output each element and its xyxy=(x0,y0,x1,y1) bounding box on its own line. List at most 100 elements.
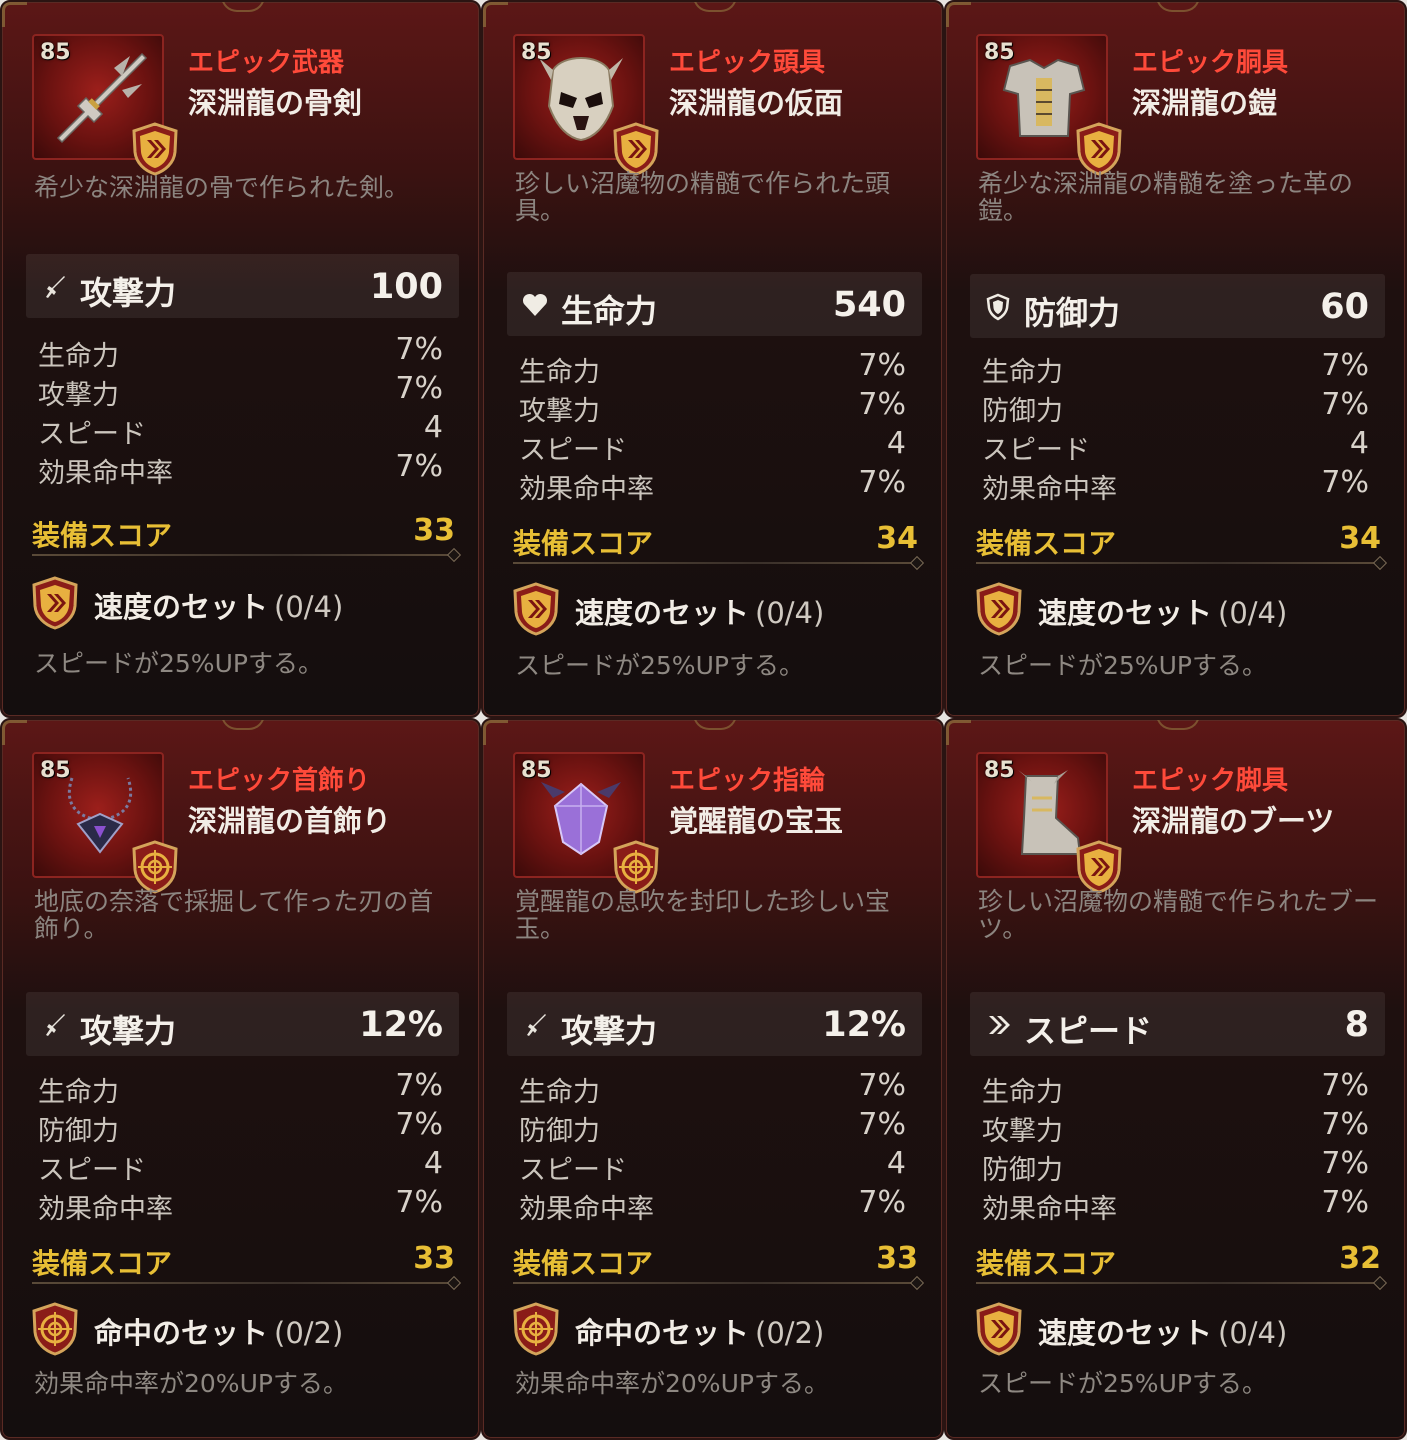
equipment-card[interactable]: 85 エピック指輪 覚醒龍の宝玉 覚醒龍の息吹を封印した珍しい宝玉。 攻撃力 1… xyxy=(481,718,944,1440)
sub-stat-label: 生命力 xyxy=(982,1077,1063,1108)
equipment-card[interactable]: 85 エピック頭具 深淵龍の仮面 珍しい沼魔物の精髄で作られた頭具。 生命力 5… xyxy=(481,0,944,718)
item-name: 深淵龍の仮面 xyxy=(669,86,844,120)
item-thumbnail[interactable]: 85 xyxy=(32,34,178,176)
sub-stat-value: 7% xyxy=(395,449,443,484)
sub-stat-label: 防御力 xyxy=(982,396,1063,427)
sub-stat-row: 攻撃力 7% xyxy=(519,387,906,427)
sub-stat-row: 効果命中率 7% xyxy=(982,465,1369,505)
sub-stat-row: 防御力 7% xyxy=(982,387,1369,427)
main-stat-row: 防御力 60 xyxy=(970,274,1385,338)
sub-stat-label: 効果命中率 xyxy=(982,1194,1117,1225)
item-thumbnail[interactable]: 85 xyxy=(513,34,659,176)
sub-stat-row: 生命力 7% xyxy=(38,1068,443,1108)
set-name: 速度のセット (0/4) xyxy=(1038,1310,1287,1352)
sub-stat-label: スピード xyxy=(38,419,146,450)
set-count: (0/4) xyxy=(1218,1316,1288,1350)
sub-stat-row: スピード 4 xyxy=(519,1146,906,1186)
sub-stat-label: 効果命中率 xyxy=(519,474,654,505)
item-thumbnail[interactable]: 85 xyxy=(513,752,659,894)
set-name-text: 速度のセット xyxy=(94,590,269,624)
hit-set-icon xyxy=(130,840,180,894)
main-stat-value: 12% xyxy=(822,1005,906,1045)
sub-stat-row: 防御力 7% xyxy=(38,1107,443,1147)
gear-score: 装備スコア 33 xyxy=(32,513,462,563)
set-bonus[interactable]: 速度のセット (0/4) xyxy=(511,582,941,638)
set-bonus[interactable]: 速度のセット (0/4) xyxy=(30,576,460,632)
sub-stat-value: 4 xyxy=(1349,426,1369,461)
item-description: 珍しい沼魔物の精髄で作られたブーツ。 xyxy=(978,887,1379,943)
sub-stat-value: 4 xyxy=(886,1146,906,1181)
item-rarity-type: エピック武器 xyxy=(188,48,345,78)
set-count: (0/2) xyxy=(274,1316,344,1350)
main-stat-row: スピード 8 xyxy=(970,992,1385,1056)
item-description: 希少な深淵龍の骨で作られた剣。 xyxy=(34,173,410,202)
equipment-card[interactable]: 85 エピック脚具 深淵龍のブーツ 珍しい沼魔物の精髄で作られたブーツ。 スピー… xyxy=(944,718,1407,1440)
main-stat-value: 60 xyxy=(1320,287,1369,327)
sub-stat-row: 効果命中率 7% xyxy=(519,465,906,505)
equipment-card[interactable]: 85 エピック胴具 深淵龍の鎧 希少な深淵龍の精髄を塗った革の鎧。 防御力 60… xyxy=(944,0,1407,718)
set-name: 速度のセット (0/4) xyxy=(1038,590,1287,632)
set-effect: 効果命中率が20%UPする。 xyxy=(34,1369,348,1398)
item-rarity-type: エピック頭具 xyxy=(669,48,826,78)
gear-score-label: 装備スコア xyxy=(976,1247,1117,1280)
sub-stat-row: 効果命中率 7% xyxy=(38,1185,443,1225)
gear-score: 装備スコア 33 xyxy=(513,1241,925,1291)
main-stat-label: スピード xyxy=(1024,1012,1153,1050)
set-bonus[interactable]: 命中のセット (0/2) xyxy=(30,1302,460,1358)
item-description: 覚醒龍の息吹を封印した珍しい宝玉。 xyxy=(515,887,891,943)
sub-stat-value: 7% xyxy=(858,465,906,500)
set-bonus[interactable]: 速度のセット (0/4) xyxy=(974,582,1404,638)
sub-stats-list: 生命力 7% 防御力 7% スピード 4 効果命中率 7% xyxy=(982,348,1369,505)
divider-ornament xyxy=(909,555,925,571)
gear-score-label: 装備スコア xyxy=(32,1247,173,1280)
item-name: 深淵龍のブーツ xyxy=(1132,804,1335,838)
main-stat-value: 100 xyxy=(369,267,443,307)
sub-stat-value: 7% xyxy=(395,1068,443,1103)
sub-stat-label: 生命力 xyxy=(38,341,119,372)
top-ornament xyxy=(692,2,737,12)
top-ornament xyxy=(1155,2,1200,12)
sub-stat-label: 攻撃力 xyxy=(519,396,600,427)
equipment-card[interactable]: 85 エピック首飾り 深淵龍の首飾り 地底の奈落で採掘して作った刃の首飾り。 攻… xyxy=(0,718,481,1440)
equipment-card[interactable]: 85 エピック武器 深淵龍の骨剣 希少な深淵龍の骨で作られた剣。 攻撃力 100… xyxy=(0,0,481,718)
item-thumbnail[interactable]: 85 xyxy=(976,34,1122,176)
sub-stat-label: 生命力 xyxy=(519,1077,600,1108)
top-ornament xyxy=(692,720,737,730)
sub-stat-value: 7% xyxy=(395,371,443,406)
set-name: 命中のセット (0/2) xyxy=(575,1310,824,1352)
sword-icon xyxy=(40,273,68,301)
sub-stat-label: 防御力 xyxy=(38,1116,119,1147)
divider xyxy=(976,562,1381,564)
set-name: 命中のセット (0/2) xyxy=(94,1310,343,1352)
set-effect: 効果命中率が20%UPする。 xyxy=(515,1369,829,1398)
set-name: 速度のセット (0/4) xyxy=(575,590,824,632)
sub-stat-value: 7% xyxy=(1321,1068,1369,1103)
main-stat-label: 防御力 xyxy=(1024,294,1121,332)
gear-score: 装備スコア 34 xyxy=(513,521,925,571)
sub-stat-value: 7% xyxy=(858,387,906,422)
item-thumbnail[interactable]: 85 xyxy=(32,752,178,894)
corner-ornament xyxy=(946,2,971,27)
set-name-text: 速度のセット xyxy=(1038,596,1213,630)
sub-stat-row: 効果命中率 7% xyxy=(38,449,443,489)
sub-stat-label: スピード xyxy=(982,435,1090,466)
corner-ornament xyxy=(946,720,971,745)
set-effect: スピードが25%UPする。 xyxy=(34,649,323,678)
divider xyxy=(513,562,918,564)
set-bonus[interactable]: 速度のセット (0/4) xyxy=(974,1302,1404,1358)
sub-stat-row: スピード 4 xyxy=(38,410,443,450)
sub-stat-label: 効果命中率 xyxy=(982,474,1117,505)
sub-stat-value: 7% xyxy=(1321,1146,1369,1181)
sub-stats-list: 生命力 7% 攻撃力 7% スピード 4 効果命中率 7% xyxy=(519,348,906,505)
sub-stat-value: 4 xyxy=(423,410,443,445)
item-thumbnail[interactable]: 85 xyxy=(976,752,1122,894)
sub-stat-label: スピード xyxy=(519,1155,627,1186)
speed-set-icon xyxy=(511,582,561,636)
heart-icon xyxy=(521,291,549,319)
set-count: (0/4) xyxy=(1218,596,1288,630)
set-bonus[interactable]: 命中のセット (0/2) xyxy=(511,1302,941,1358)
gear-score-value: 34 xyxy=(876,521,918,556)
set-name-text: 命中のセット xyxy=(94,1316,269,1350)
speed-set-icon xyxy=(974,582,1024,636)
sub-stat-value: 7% xyxy=(1321,348,1369,383)
